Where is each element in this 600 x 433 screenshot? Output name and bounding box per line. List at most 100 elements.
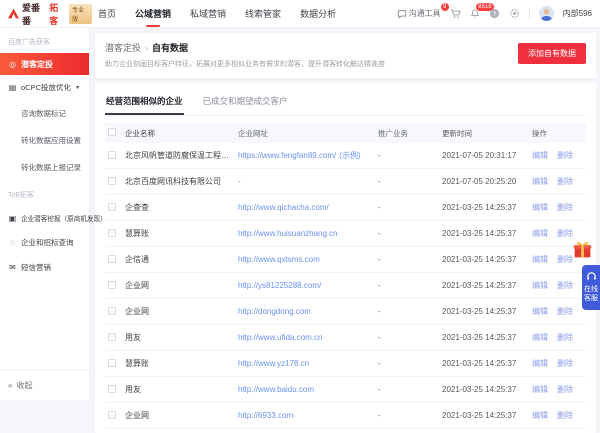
edit-link[interactable]: 编辑 — [532, 202, 548, 213]
page-title: 自有数据 — [152, 41, 188, 54]
delete-link[interactable]: 删除 — [557, 280, 573, 291]
notifications-button[interactable]: 8518 — [470, 8, 480, 19]
sidebar-item-conversion-apply[interactable]: 转化数据应用设置 — [0, 127, 89, 154]
delete-link[interactable]: 删除 — [557, 384, 573, 395]
sidebar-item-company-mining[interactable]: ▣ 企业潜客挖掘（原商机发现） — [0, 206, 89, 230]
edit-link[interactable]: 编辑 — [532, 280, 548, 291]
header-company-name: 企业名称 — [125, 128, 238, 139]
tab-similar-companies[interactable]: 经营范围相似的企业 — [105, 88, 184, 115]
edit-link[interactable]: 编辑 — [532, 228, 548, 239]
row-checkbox[interactable] — [108, 177, 116, 185]
row-checkbox[interactable] — [108, 385, 116, 393]
settings-button[interactable] — [509, 8, 520, 19]
nav-data-analysis[interactable]: 数据分析 — [300, 0, 336, 29]
company-url-link[interactable]: http://www.ufida.com.cn — [238, 333, 322, 342]
delete-link[interactable]: 删除 — [557, 332, 573, 343]
row-checkbox[interactable] — [108, 281, 116, 289]
company-name: 企查查 — [125, 202, 238, 213]
edit-link[interactable]: 编辑 — [532, 358, 548, 369]
nav-home[interactable]: 首页 — [98, 0, 116, 29]
company-url-link[interactable]: http://www.baidu.com — [238, 385, 314, 394]
table-row: 企业网 http://ys81225288.com/ - 2021-03-25 … — [105, 273, 586, 299]
tab-closed-customers[interactable]: 已成交和期望成交客户 — [202, 88, 289, 115]
delete-link[interactable]: 删除 — [557, 410, 573, 421]
promo-business: - — [378, 411, 442, 420]
app-logo[interactable]: 爱番番 拓客 专业版 — [0, 1, 92, 27]
sidebar-item-bid-search[interactable]: ◌ 企业和招标查询 — [0, 230, 89, 255]
user-avatar[interactable] — [539, 6, 554, 21]
edit-link[interactable]: 编辑 — [532, 384, 548, 395]
help-button[interactable]: ? — [489, 8, 500, 19]
edit-link[interactable]: 编辑 — [532, 176, 548, 187]
header-company-url: 企业网址 — [238, 128, 378, 139]
row-checkbox[interactable] — [108, 307, 116, 315]
delete-link[interactable]: 删除 — [557, 306, 573, 317]
promo-gift-button[interactable] — [572, 239, 593, 262]
sidebar-item-consult-data-mark[interactable]: 咨询数据标记 — [0, 100, 89, 127]
row-checkbox[interactable] — [108, 203, 116, 211]
table-header-row: 企业名称 企业网址 推广业务 更新时间 操作 — [105, 123, 586, 143]
nav-private-marketing[interactable]: 私域营销 — [190, 0, 226, 29]
company-url-link[interactable]: http://www.qxtsms.com — [238, 255, 320, 264]
company-url-link[interactable]: https://www.fengfan89.com/ — [238, 151, 336, 160]
updated-time: 2021-03-25 14:25:37 — [442, 255, 532, 264]
nav-public-marketing[interactable]: 公域营销 — [135, 0, 171, 29]
promo-business: - — [378, 229, 442, 238]
add-own-data-button[interactable]: 添加自有数据 — [518, 43, 586, 64]
edit-link[interactable]: 编辑 — [532, 150, 548, 161]
delete-link[interactable]: 删除 — [557, 254, 573, 265]
page-header-card: 潜客定投 › 自有数据 助力企业刻画目标客户特征，拓展对更多相似业务有需求的潜客… — [95, 33, 596, 78]
edit-link[interactable]: 编辑 — [532, 254, 548, 265]
sidebar-item-targeting[interactable]: ◎ 潜客定投 — [0, 53, 89, 75]
table-row: 用友 http://www.baidu.com - 2021-03-25 14:… — [105, 377, 586, 403]
edit-link[interactable]: 编辑 — [532, 306, 548, 317]
company-url-link[interactable]: http://www.yz178.cn — [238, 359, 309, 368]
row-checkbox[interactable] — [108, 151, 116, 159]
company-url-link[interactable]: http://www.qichacha.com/ — [238, 203, 329, 212]
row-checkbox[interactable] — [108, 333, 116, 341]
company-url-link[interactable]: http://dongdong.com — [238, 307, 311, 316]
company-name: 慧算账 — [125, 228, 238, 239]
breadcrumb-parent[interactable]: 潜客定投 — [105, 41, 141, 54]
sidebar-item-sms-marketing[interactable]: ✉ 短信营销 — [0, 255, 89, 280]
sidebar-item-ocpc-group[interactable]: ▤ oCPC投放优化 ▾ — [0, 75, 89, 100]
delete-link[interactable]: 删除 — [557, 358, 573, 369]
company-name: 企业网 — [125, 410, 238, 421]
chat-tool-button[interactable]: 沟通工具 9 — [397, 8, 441, 19]
table-row: 企查查 http://www.qichacha.com/ - 2021-03-2… — [105, 195, 586, 221]
company-name: 企业网 — [125, 280, 238, 291]
pro-version-badge: 专业版 — [69, 4, 92, 24]
select-all-checkbox[interactable] — [108, 128, 116, 136]
online-service-widget[interactable]: 在线客服 — [582, 265, 600, 310]
edit-link[interactable]: 编辑 — [532, 332, 548, 343]
company-name: 企业网 — [125, 306, 238, 317]
row-checkbox[interactable] — [108, 255, 116, 263]
updated-time: 2021-07-05 20:31:17 — [442, 151, 532, 160]
row-checkbox[interactable] — [108, 229, 116, 237]
nav-lead-manager[interactable]: 线索管家 — [245, 0, 281, 29]
gear-icon — [509, 8, 520, 19]
url-example-note: (示例) — [339, 151, 360, 160]
breadcrumb-separator: › — [145, 43, 148, 53]
updated-time: 2021-03-25 14:25:37 — [442, 411, 532, 420]
promo-business: - — [378, 281, 442, 290]
delete-link[interactable]: 删除 — [557, 150, 573, 161]
header-actions: 操作 — [532, 128, 586, 139]
chat-tool-label: 沟通工具 — [409, 8, 441, 19]
cart-button[interactable] — [450, 8, 461, 19]
company-url-link[interactable]: http://www.huisuanzhang.cn — [238, 229, 338, 238]
company-url-link[interactable]: http://ys81225288.com/ — [238, 281, 321, 290]
delete-link[interactable]: 删除 — [557, 228, 573, 239]
row-checkbox[interactable] — [108, 359, 116, 367]
row-checkbox[interactable] — [108, 411, 116, 419]
delete-link[interactable]: 删除 — [557, 176, 573, 187]
edit-link[interactable]: 编辑 — [532, 410, 548, 421]
updated-time: 2021-03-25 14:25:37 — [442, 229, 532, 238]
sidebar-item-conversion-report[interactable]: 转化数据上报记录 — [0, 154, 89, 181]
sidebar-collapse-button[interactable]: « 收起 — [0, 370, 89, 400]
company-url-link[interactable]: http://6933.com — [238, 411, 293, 420]
data-table-card: 经营范围相似的企业 已成交和期望成交客户 企业名称 企业网址 推广业务 更新时间… — [95, 83, 596, 433]
delete-link[interactable]: 删除 — [557, 202, 573, 213]
table-row: 用友 http://www.ufida.com.cn - 2021-03-25 … — [105, 325, 586, 351]
table-row: 慧算账 http://www.yz178.cn - 2021-03-25 14:… — [105, 351, 586, 377]
